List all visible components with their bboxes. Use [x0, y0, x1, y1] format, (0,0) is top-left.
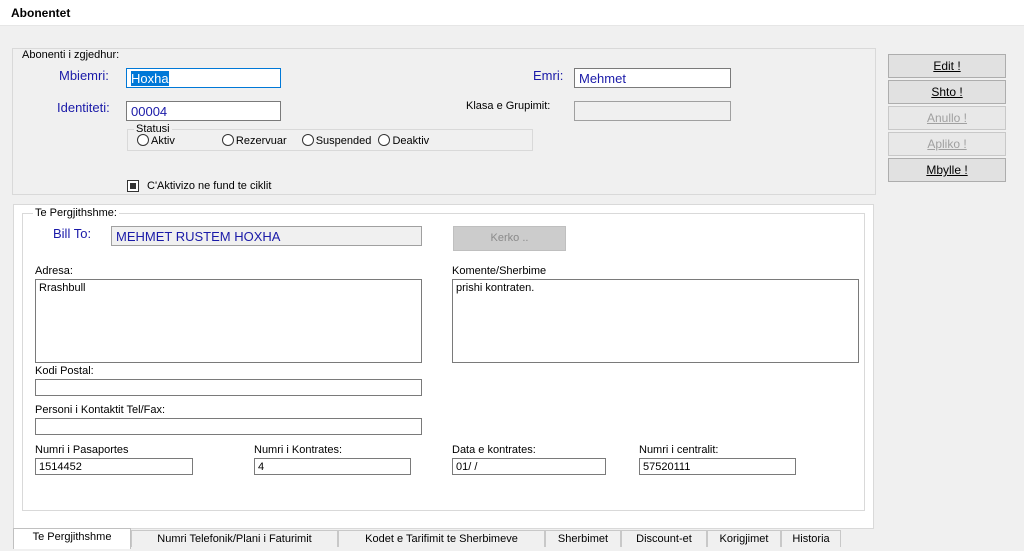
- data-kontrates-label: Data e kontrates:: [452, 444, 536, 456]
- radio-icon: [137, 134, 149, 146]
- mbylle-button[interactable]: Mbylle !: [888, 158, 1006, 182]
- radio-icon: [301, 134, 314, 146]
- bill-to-label: Bill To:: [53, 226, 92, 241]
- identiteti-field[interactable]: 00004: [126, 101, 281, 121]
- statusi-radio-row: Aktiv Rezervuar Suspended Deaktiv: [137, 134, 441, 147]
- selected-subscriber-legend: Abonenti i zgjedhur:: [20, 49, 122, 61]
- komente-field[interactable]: prishi kontraten.: [452, 279, 859, 363]
- bill-to-field: MEHMET RUSTEM HOXHA: [111, 226, 422, 246]
- personi-kontaktit-label: Personi i Kontaktit Tel/Fax:: [35, 404, 166, 416]
- data-kontrates-field[interactable]: 01/ /: [452, 458, 606, 475]
- tab-kodet-tarifimit[interactable]: Kodet e Tarifimit te Sherbimeve: [338, 530, 545, 547]
- kontrata-field[interactable]: 4: [254, 458, 411, 475]
- radio-deaktiv[interactable]: Deaktiv: [378, 134, 441, 147]
- aktivizo-checkbox[interactable]: [127, 180, 139, 192]
- kodi-postal-field[interactable]: [35, 379, 422, 396]
- tab-numri-telefonik[interactable]: Numri Telefonik/Plani i Faturimit: [131, 530, 338, 547]
- centrali-label: Numri i centralit:: [639, 444, 719, 456]
- tab-te-pergjithshme[interactable]: Te Pergjithshme: [13, 528, 131, 549]
- komente-label: Komente/Sherbime: [452, 265, 547, 277]
- klasa-field: [574, 101, 731, 121]
- kontrata-label: Numri i Kontrates:: [254, 444, 343, 456]
- aktivizo-label: C'Aktivizo ne fund te ciklit: [147, 180, 272, 192]
- klasa-label: Klasa e Grupimit:: [466, 100, 551, 112]
- edit-button[interactable]: Edit !: [888, 54, 1006, 78]
- mbiemri-label: Mbiemri:: [59, 68, 109, 83]
- anullo-button: Anullo !: [888, 106, 1006, 130]
- radio-icon: [221, 134, 234, 146]
- emri-label: Emri:: [533, 68, 564, 83]
- tab-historia[interactable]: Historia: [781, 530, 841, 547]
- title-bar: Abonentet: [0, 0, 1024, 26]
- radio-aktiv[interactable]: Aktiv: [137, 134, 219, 147]
- pasaporta-label: Numri i Pasaportes: [35, 444, 129, 456]
- apliko-button: Apliko !: [888, 132, 1006, 156]
- kerko-button: Kerko ..: [453, 226, 566, 251]
- mbiemri-field[interactable]: Hoxha: [126, 68, 281, 88]
- centrali-field[interactable]: 57520111: [639, 458, 796, 475]
- radio-icon: [378, 134, 391, 146]
- kodi-postal-label: Kodi Postal:: [35, 365, 94, 377]
- mbiemri-value: Hoxha: [131, 71, 169, 86]
- general-legend: Te Pergjithshme:: [33, 207, 119, 219]
- tab-discount-et[interactable]: Discount-et: [621, 530, 707, 547]
- tab-sherbimet[interactable]: Sherbimet: [545, 530, 621, 547]
- personi-kontaktit-field[interactable]: [35, 418, 422, 435]
- client-area: Abonenti i zgjedhur: Mbiemri: Hoxha Emri…: [0, 26, 1024, 551]
- adresa-label: Adresa:: [35, 265, 73, 277]
- radio-suspended[interactable]: Suspended: [301, 134, 376, 147]
- window-title: Abonentet: [11, 6, 71, 20]
- identiteti-label: Identiteti:: [57, 100, 110, 115]
- emri-field[interactable]: Mehmet: [574, 68, 731, 88]
- radio-rezervuar[interactable]: Rezervuar: [221, 134, 299, 147]
- adresa-field[interactable]: Rrashbull: [35, 279, 422, 363]
- tab-korigjimet[interactable]: Korigjimet: [707, 530, 781, 547]
- shto-button[interactable]: Shto !: [888, 80, 1006, 104]
- pasaporta-field[interactable]: 1514452: [35, 458, 193, 475]
